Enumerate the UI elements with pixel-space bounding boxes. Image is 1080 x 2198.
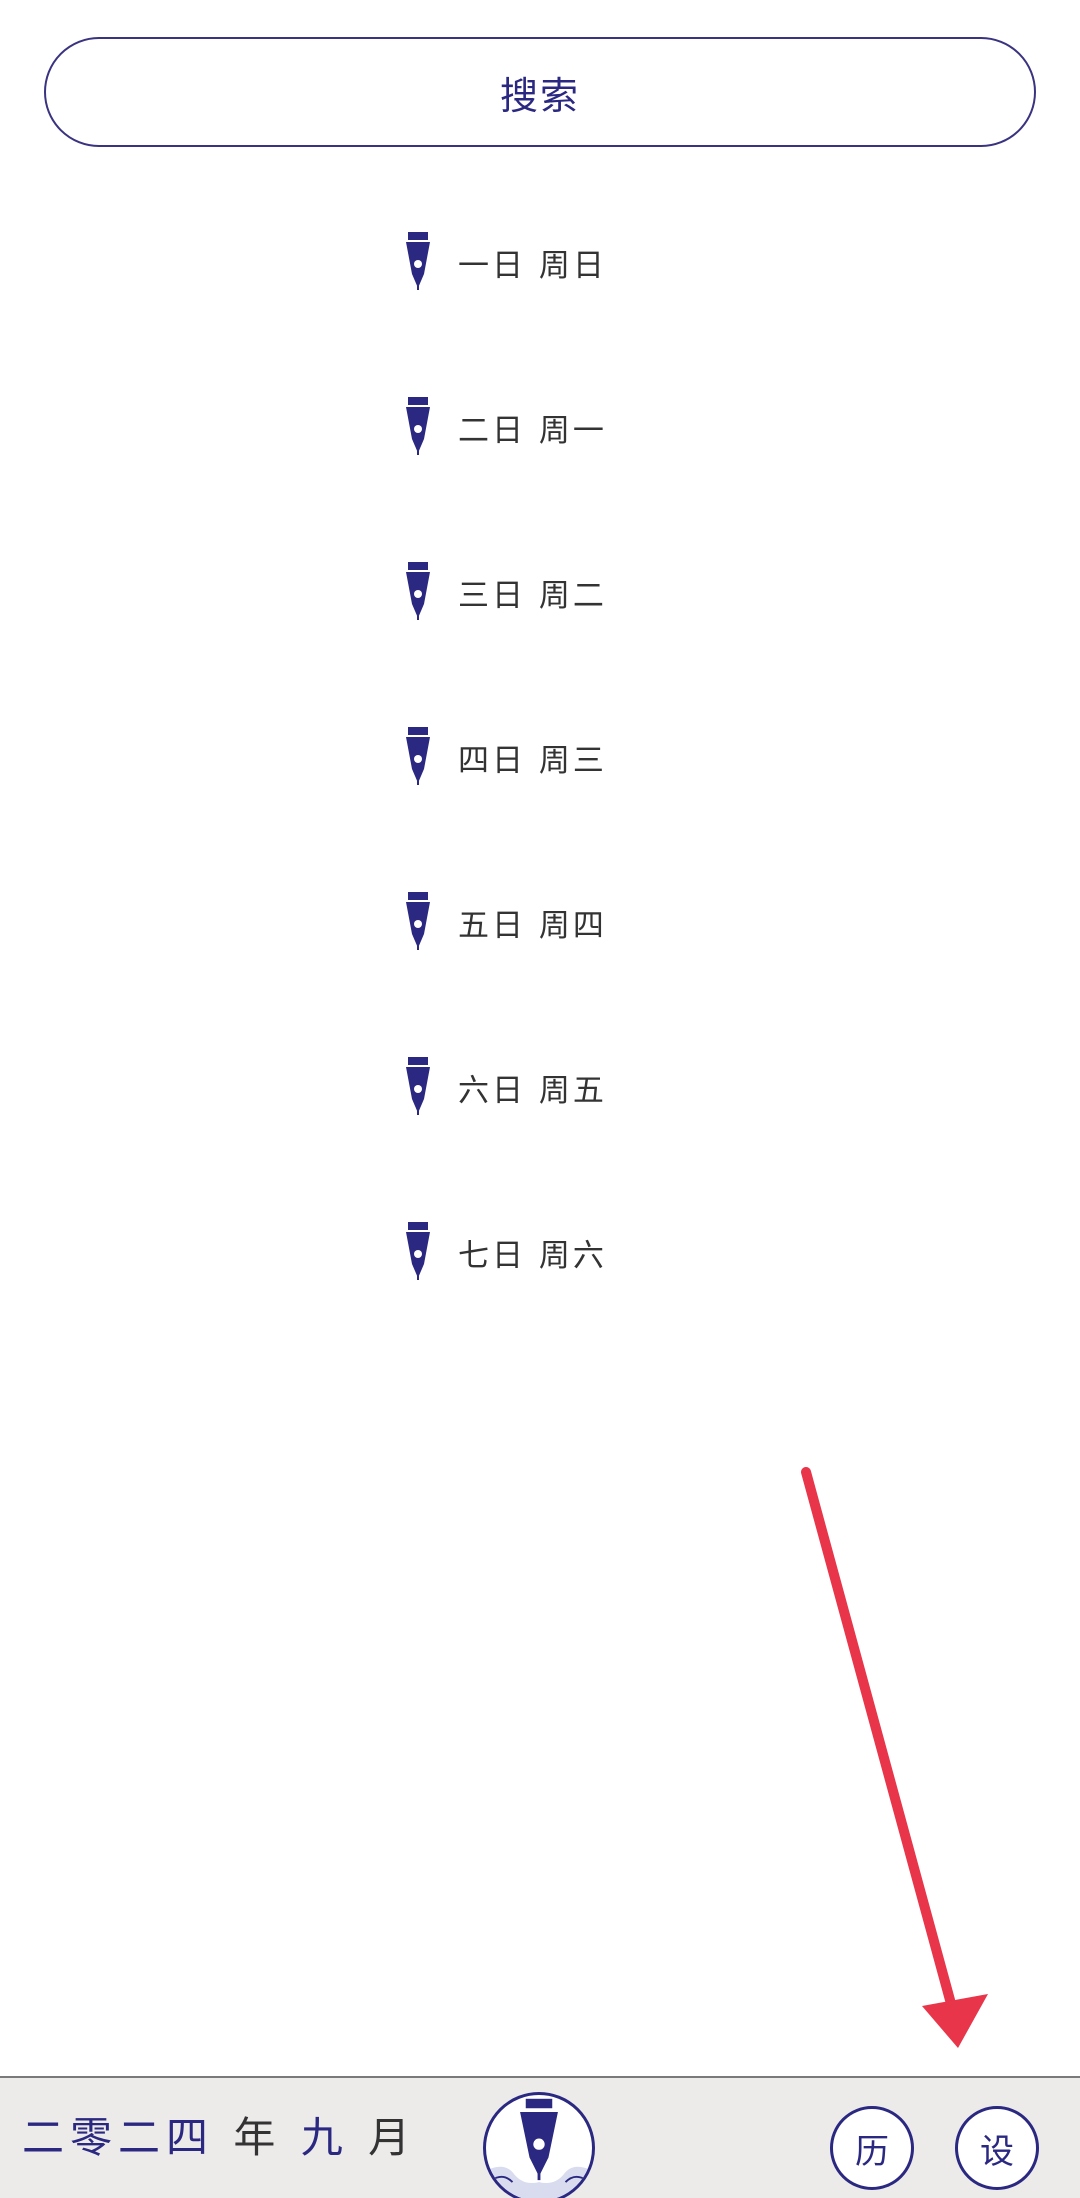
fountain-pen-icon bbox=[406, 892, 430, 950]
day-label: 三日 周二 bbox=[458, 577, 607, 614]
day-item-2[interactable]: 二日 周一 bbox=[400, 387, 700, 467]
day-label: 六日 周五 bbox=[458, 1072, 607, 1109]
day-item-6[interactable]: 六日 周五 bbox=[400, 1047, 700, 1127]
day-label: 一日 周日 bbox=[458, 247, 607, 284]
month-title: 二零二四 年 九 月 bbox=[22, 2104, 416, 2165]
month-word: 月 bbox=[368, 2113, 417, 2162]
search-button[interactable]: 搜索 bbox=[44, 37, 1036, 147]
settings-button[interactable]: 设 bbox=[955, 2106, 1039, 2190]
fountain-pen-icon bbox=[406, 562, 430, 620]
settings-label: 设 bbox=[980, 2131, 1014, 2172]
day-label: 四日 周三 bbox=[458, 742, 607, 779]
fountain-pen-logo-icon bbox=[486, 2098, 592, 2198]
day-item-3[interactable]: 三日 周二 bbox=[400, 552, 700, 632]
day-item-1[interactable]: 一日 周日 bbox=[400, 222, 700, 302]
day-label: 二日 周一 bbox=[458, 412, 607, 449]
bottom-bar: 二零二四 年 九 月 历 设 bbox=[0, 2076, 1080, 2198]
fountain-pen-icon bbox=[406, 1222, 430, 1280]
history-button[interactable]: 历 bbox=[830, 2106, 914, 2190]
fountain-pen-icon bbox=[406, 397, 430, 455]
fountain-pen-icon bbox=[406, 232, 430, 290]
day-label: 七日 周六 bbox=[458, 1237, 607, 1274]
search-label: 搜索 bbox=[499, 73, 580, 118]
day-item-5[interactable]: 五日 周四 bbox=[400, 882, 700, 962]
fountain-pen-icon bbox=[406, 727, 430, 785]
year-word: 年 bbox=[233, 2113, 282, 2162]
day-item-7[interactable]: 七日 周六 bbox=[400, 1212, 700, 1292]
day-item-4[interactable]: 四日 周三 bbox=[400, 717, 700, 797]
month-text: 九 bbox=[300, 2113, 349, 2162]
page: 搜索 一日 周日 二日 周一 三日 周二 四日 周三 五日 周四 六日 周五 七… bbox=[0, 0, 1080, 2198]
day-label: 五日 周四 bbox=[458, 907, 607, 944]
history-label: 历 bbox=[855, 2131, 889, 2172]
center-logo-button[interactable] bbox=[483, 2092, 595, 2198]
fountain-pen-icon bbox=[406, 1057, 430, 1115]
year-text: 二零二四 bbox=[22, 2113, 215, 2162]
